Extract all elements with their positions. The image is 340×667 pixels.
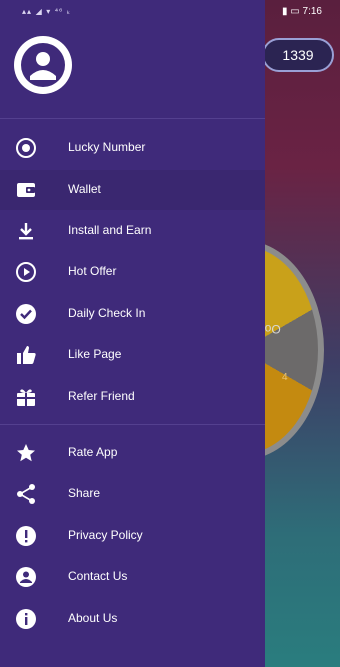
menu-item-label: Daily Check In xyxy=(68,306,146,320)
status-clock: ▮ ▭ 7:16 xyxy=(282,6,322,17)
menu-item-hot-offer[interactable]: Hot Offer xyxy=(0,252,265,292)
menu-item-label: Like Page xyxy=(68,347,122,361)
gift-icon xyxy=(14,385,38,409)
menu-item-share[interactable]: Share xyxy=(0,474,265,514)
menu-item-rate-app[interactable]: Rate App xyxy=(0,433,265,473)
menu-item-label: Share xyxy=(68,486,101,500)
menu-item-label: Refer Friend xyxy=(68,389,135,403)
account-icon xyxy=(14,565,38,589)
wheel-segment-label: 4 xyxy=(282,372,288,383)
download-icon xyxy=(14,219,38,243)
menu-item-contact-us[interactable]: Contact Us xyxy=(0,557,265,597)
status-icons-left: ▴▴ ◢ ▾ ⁴⁶ ₖ xyxy=(22,7,72,16)
menu-item-label: About Us xyxy=(68,611,118,625)
menu-item-label: Install and Earn xyxy=(68,223,152,237)
play-circle-icon xyxy=(14,260,38,284)
menu-item-lucky-number[interactable]: Lucky Number xyxy=(0,128,265,168)
divider xyxy=(0,118,265,119)
menu-item-label: Contact Us xyxy=(68,569,128,583)
info-icon xyxy=(14,607,38,631)
menu-item-wallet[interactable]: Wallet xyxy=(0,170,265,210)
menu-item-label: Rate App xyxy=(68,445,118,459)
menu-item-like-page[interactable]: Like Page xyxy=(0,335,265,375)
alert-icon xyxy=(14,524,38,548)
menu-item-daily-check-in[interactable]: Daily Check In xyxy=(0,294,265,334)
menu-item-privacy-policy[interactable]: Privacy Policy xyxy=(0,516,265,556)
menu-item-install-and-earn[interactable]: Install and Earn xyxy=(0,211,265,251)
menu-item-refer-friend[interactable]: Refer Friend xyxy=(0,377,265,417)
check-circle-icon xyxy=(14,302,38,326)
menu-item-about-us[interactable]: About Us xyxy=(0,599,265,639)
target-icon xyxy=(14,136,38,160)
avatar[interactable] xyxy=(14,36,72,94)
divider xyxy=(0,424,265,425)
account-icon xyxy=(21,43,65,87)
star-icon xyxy=(14,441,38,465)
menu-item-label: Hot Offer xyxy=(68,264,117,278)
menu-item-label: Privacy Policy xyxy=(68,528,143,542)
coin-balance[interactable]: 1339 xyxy=(262,38,334,72)
menu-item-label: Lucky Number xyxy=(68,140,146,154)
share-icon xyxy=(14,482,38,506)
thumbs-up-icon xyxy=(14,343,38,367)
navigation-drawer: Lucky Number Wallet Install and Earn Hot… xyxy=(0,0,265,667)
status-bar: ▴▴ ◢ ▾ ⁴⁶ ₖ ▮ ▭ 7:16 xyxy=(0,0,340,26)
menu-item-label: Wallet xyxy=(68,182,101,196)
wallet-icon xyxy=(14,178,38,202)
